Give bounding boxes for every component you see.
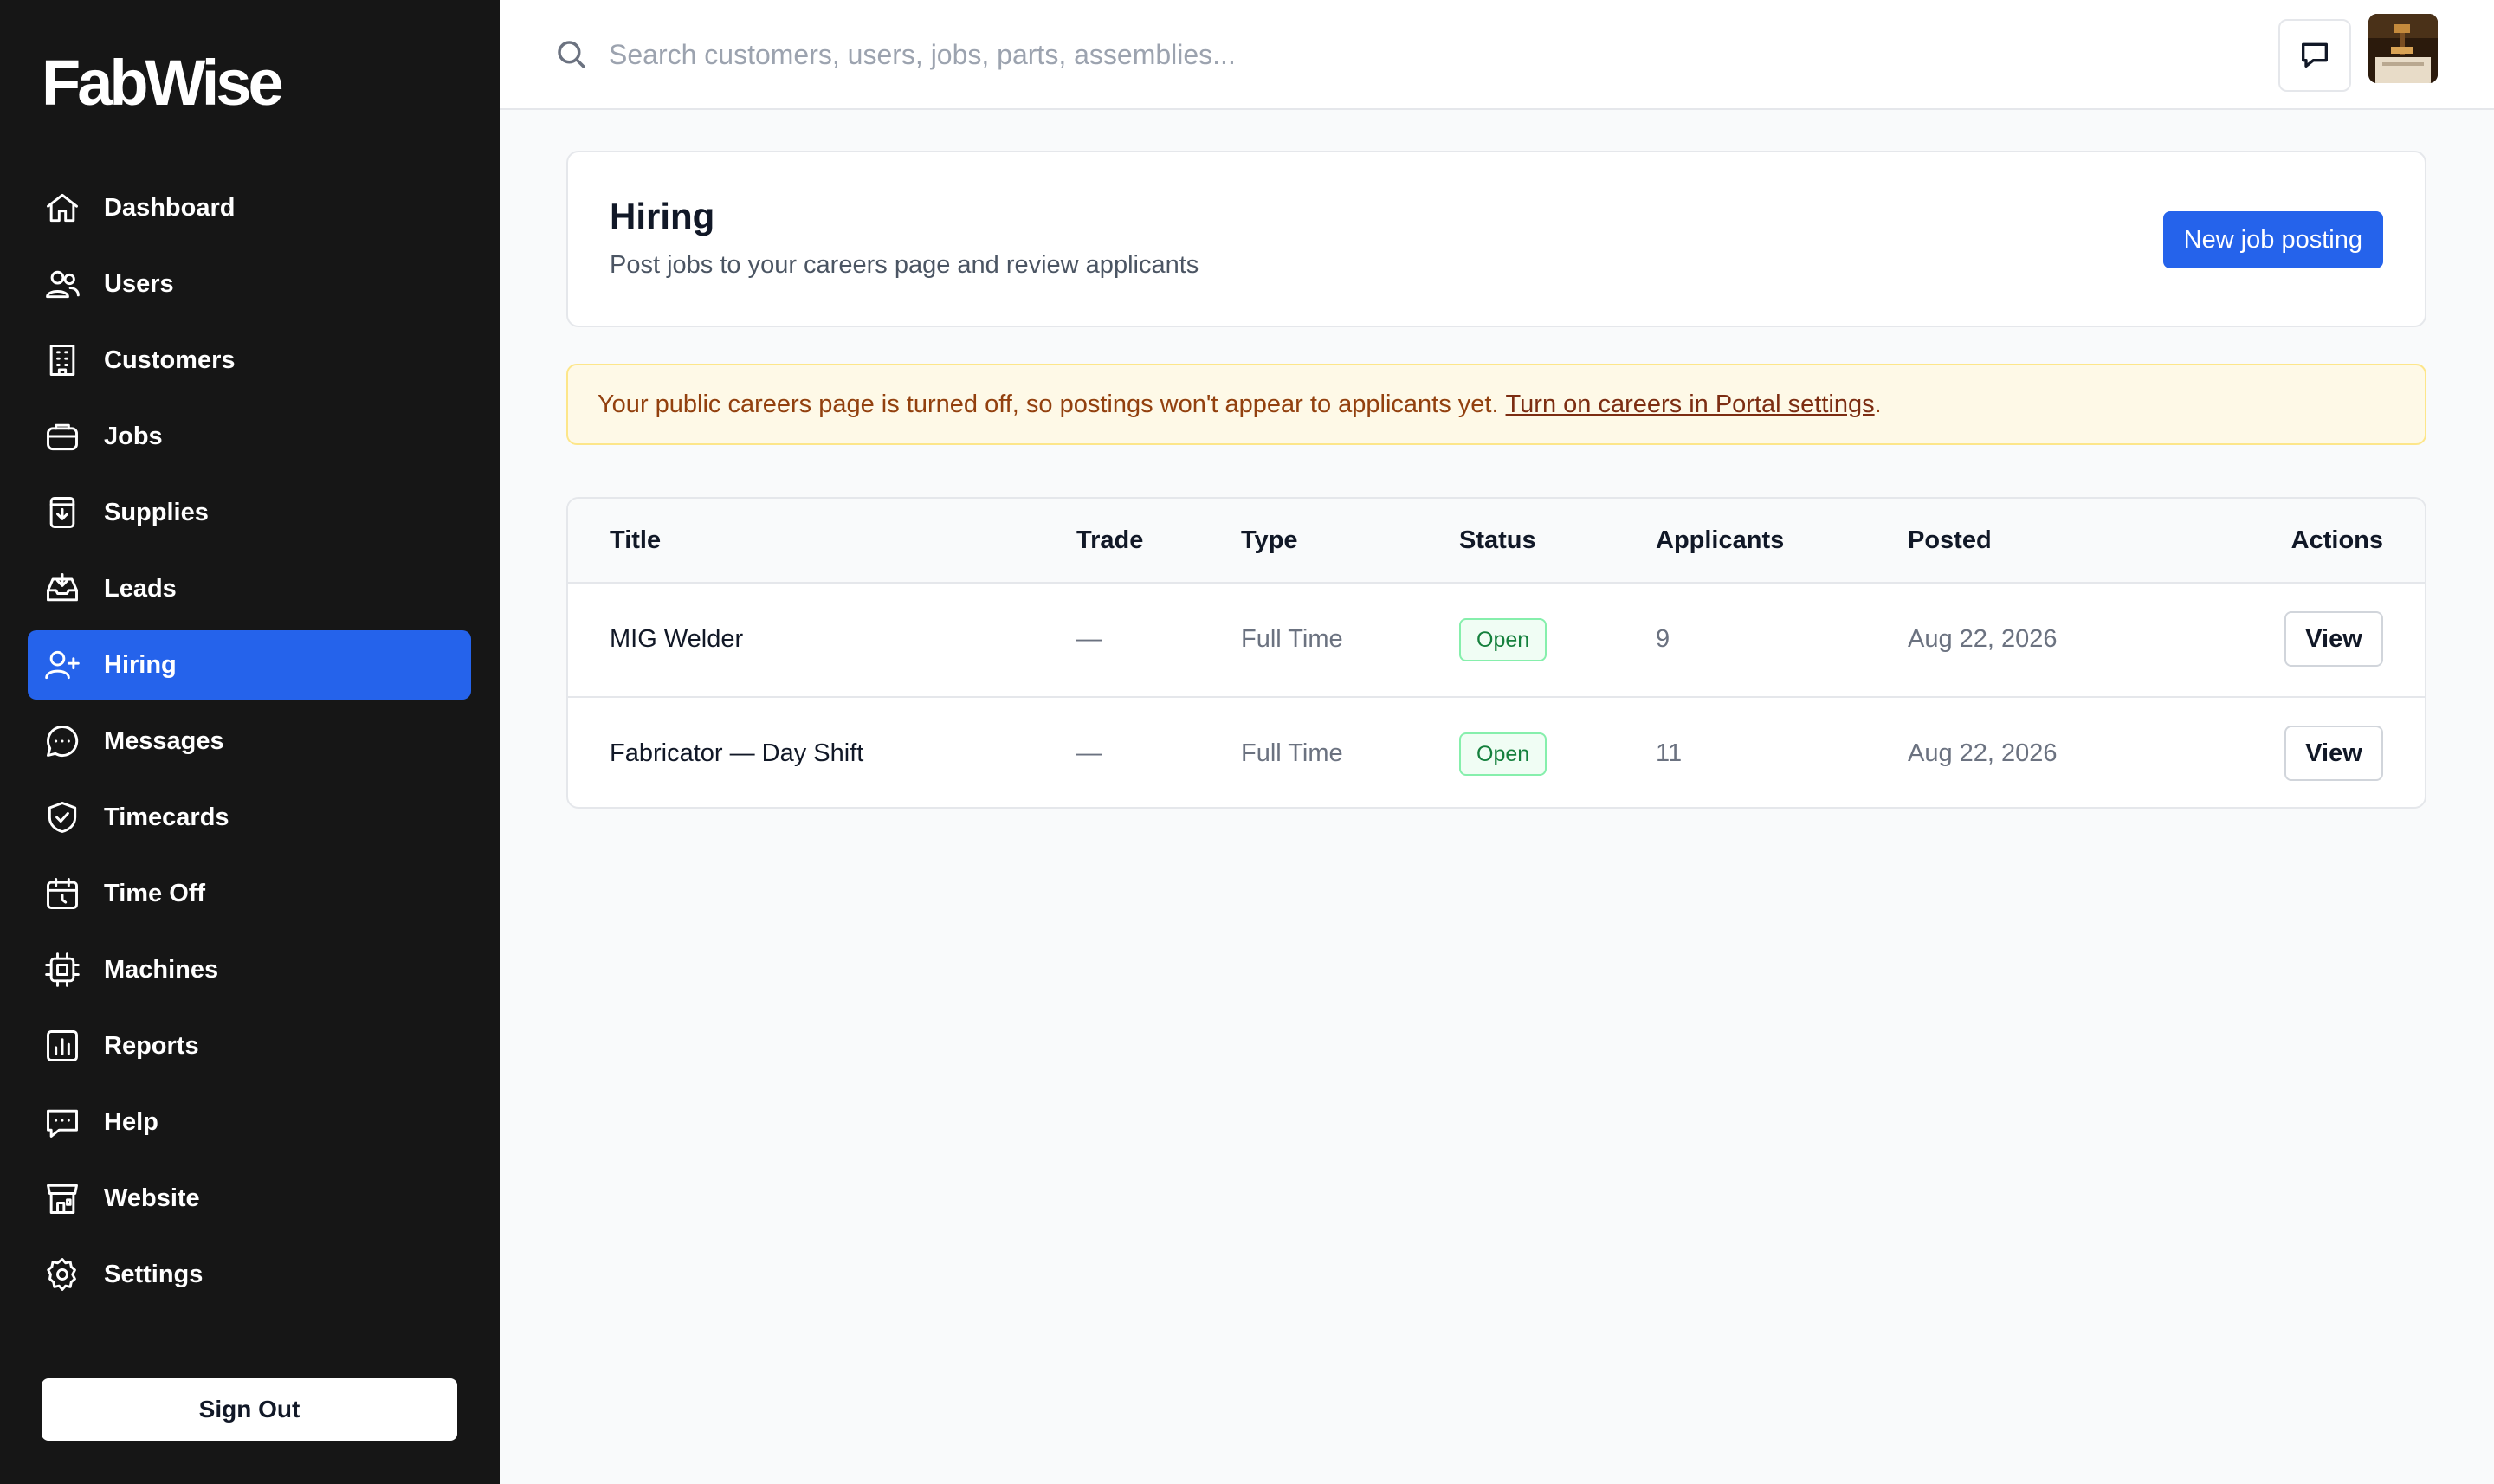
app-logo[interactable]: FabWise: [42, 48, 284, 118]
page-subtitle: Post jobs to your careers page and revie…: [610, 251, 1199, 279]
avatar[interactable]: [2368, 14, 2438, 83]
applicant-count: 11: [1656, 739, 1683, 767]
view-button[interactable]: View: [2284, 726, 2383, 781]
sidebar-item-label: Dashboard: [104, 193, 236, 222]
sidebar: FabWise Dashboard Users Customers Jobs S…: [0, 0, 500, 1484]
status-badge: Open: [1459, 732, 1547, 776]
column-header-type[interactable]: Type: [1241, 526, 1298, 555]
help-chat-icon: [43, 1103, 81, 1141]
bar-chart-icon: [43, 1027, 81, 1065]
table-row[interactable]: Fabricator — Day Shift — Full Time Open …: [568, 696, 2425, 807]
job-trade: —: [1076, 739, 1102, 767]
posted-date: Aug 22, 2026: [1908, 739, 2058, 767]
sidebar-item-website[interactable]: Website: [28, 1164, 471, 1233]
alert-suffix: .: [1874, 390, 1882, 418]
view-button[interactable]: View: [2284, 611, 2383, 667]
sidebar-item-label: Hiring: [104, 650, 177, 679]
status-badge: Open: [1459, 618, 1547, 661]
sidebar-item-label: Supplies: [104, 498, 209, 526]
column-header-status[interactable]: Status: [1459, 526, 1536, 555]
sidebar-item-label: Settings: [104, 1260, 204, 1288]
sidebar-item-leads[interactable]: Leads: [28, 554, 471, 623]
job-postings-table: Title Trade Type Status Applicants Poste…: [566, 497, 2426, 809]
sidebar-item-customers[interactable]: Customers: [28, 326, 471, 395]
sidebar-item-label: Website: [104, 1184, 200, 1212]
chat-bubble-icon: [43, 722, 81, 760]
sidebar-item-jobs[interactable]: Jobs: [28, 402, 471, 471]
users-icon: [43, 265, 81, 303]
sidebar-item-label: Users: [104, 269, 174, 298]
table-row[interactable]: MIG Welder — Full Time Open 9 Aug 22, 20…: [568, 584, 2425, 696]
sidebar-item-settings[interactable]: Settings: [28, 1240, 471, 1309]
sidebar-item-label: Machines: [104, 955, 219, 984]
sidebar-item-reports[interactable]: Reports: [28, 1011, 471, 1081]
applicant-count: 9: [1656, 625, 1670, 653]
posted-date: Aug 22, 2026: [1908, 625, 2058, 653]
search-icon: [553, 36, 590, 73]
job-type: Full Time: [1241, 625, 1343, 653]
sidebar-item-label: Help: [104, 1107, 158, 1136]
home-icon: [43, 189, 81, 227]
gear-icon: [43, 1255, 81, 1294]
building-icon: [43, 341, 81, 379]
column-header-actions: Actions: [2290, 526, 2383, 554]
download-box-icon: [43, 494, 81, 532]
table-header: Title Trade Type Status Applicants Poste…: [568, 499, 2425, 584]
inbox-icon: [43, 570, 81, 608]
sidebar-item-label: Time Off: [104, 879, 206, 907]
sidebar-item-dashboard[interactable]: Dashboard: [28, 173, 471, 242]
sidebar-item-help[interactable]: Help: [28, 1087, 471, 1157]
page-title: Hiring: [610, 196, 715, 236]
portal-settings-link[interactable]: Turn on careers in Portal settings: [1506, 390, 1875, 419]
sidebar-item-label: Leads: [104, 574, 177, 603]
message-icon: [2297, 37, 2332, 74]
job-title: Fabricator — Day Shift: [610, 739, 864, 767]
user-plus-icon: [43, 646, 81, 684]
column-header-title[interactable]: Title: [610, 526, 661, 555]
cpu-icon: [43, 951, 81, 989]
sidebar-item-label: Messages: [104, 726, 224, 755]
column-header-applicants[interactable]: Applicants: [1656, 526, 1784, 555]
sidebar-item-machines[interactable]: Machines: [28, 935, 471, 1004]
sidebar-item-supplies[interactable]: Supplies: [28, 478, 471, 547]
briefcase-icon: [43, 417, 81, 455]
sidebar-item-time-off[interactable]: Time Off: [28, 859, 471, 928]
sidebar-item-label: Customers: [104, 345, 236, 374]
sidebar-item-label: Jobs: [104, 422, 163, 450]
column-header-posted[interactable]: Posted: [1908, 526, 1992, 555]
sidebar-item-hiring[interactable]: Hiring: [28, 630, 471, 700]
sidebar-item-timecards[interactable]: Timecards: [28, 783, 471, 852]
job-type: Full Time: [1241, 739, 1343, 767]
shield-check-icon: [43, 798, 81, 836]
calendar-clock-icon: [43, 874, 81, 913]
storefront-icon: [43, 1179, 81, 1217]
sidebar-item-messages[interactable]: Messages: [28, 707, 471, 776]
sidebar-item-label: Reports: [104, 1031, 199, 1060]
job-trade: —: [1076, 625, 1102, 653]
search-input[interactable]: [609, 26, 1735, 83]
sidebar-nav: Dashboard Users Customers Jobs Supplies …: [28, 173, 471, 1316]
sign-out-button[interactable]: Sign Out: [42, 1378, 457, 1441]
alert-text: Your public careers page is turned off, …: [598, 390, 1499, 418]
careers-disabled-alert: Your public careers page is turned off, …: [566, 364, 2426, 445]
page-header-card: Hiring Post jobs to your careers page an…: [566, 151, 2426, 327]
job-title: MIG Welder: [610, 625, 744, 653]
top-bar: [500, 0, 2494, 110]
messages-button[interactable]: [2278, 19, 2351, 92]
sidebar-item-users[interactable]: Users: [28, 249, 471, 319]
new-job-posting-button[interactable]: New job posting: [2162, 211, 2383, 268]
column-header-trade[interactable]: Trade: [1076, 526, 1143, 555]
sidebar-item-label: Timecards: [104, 803, 229, 831]
